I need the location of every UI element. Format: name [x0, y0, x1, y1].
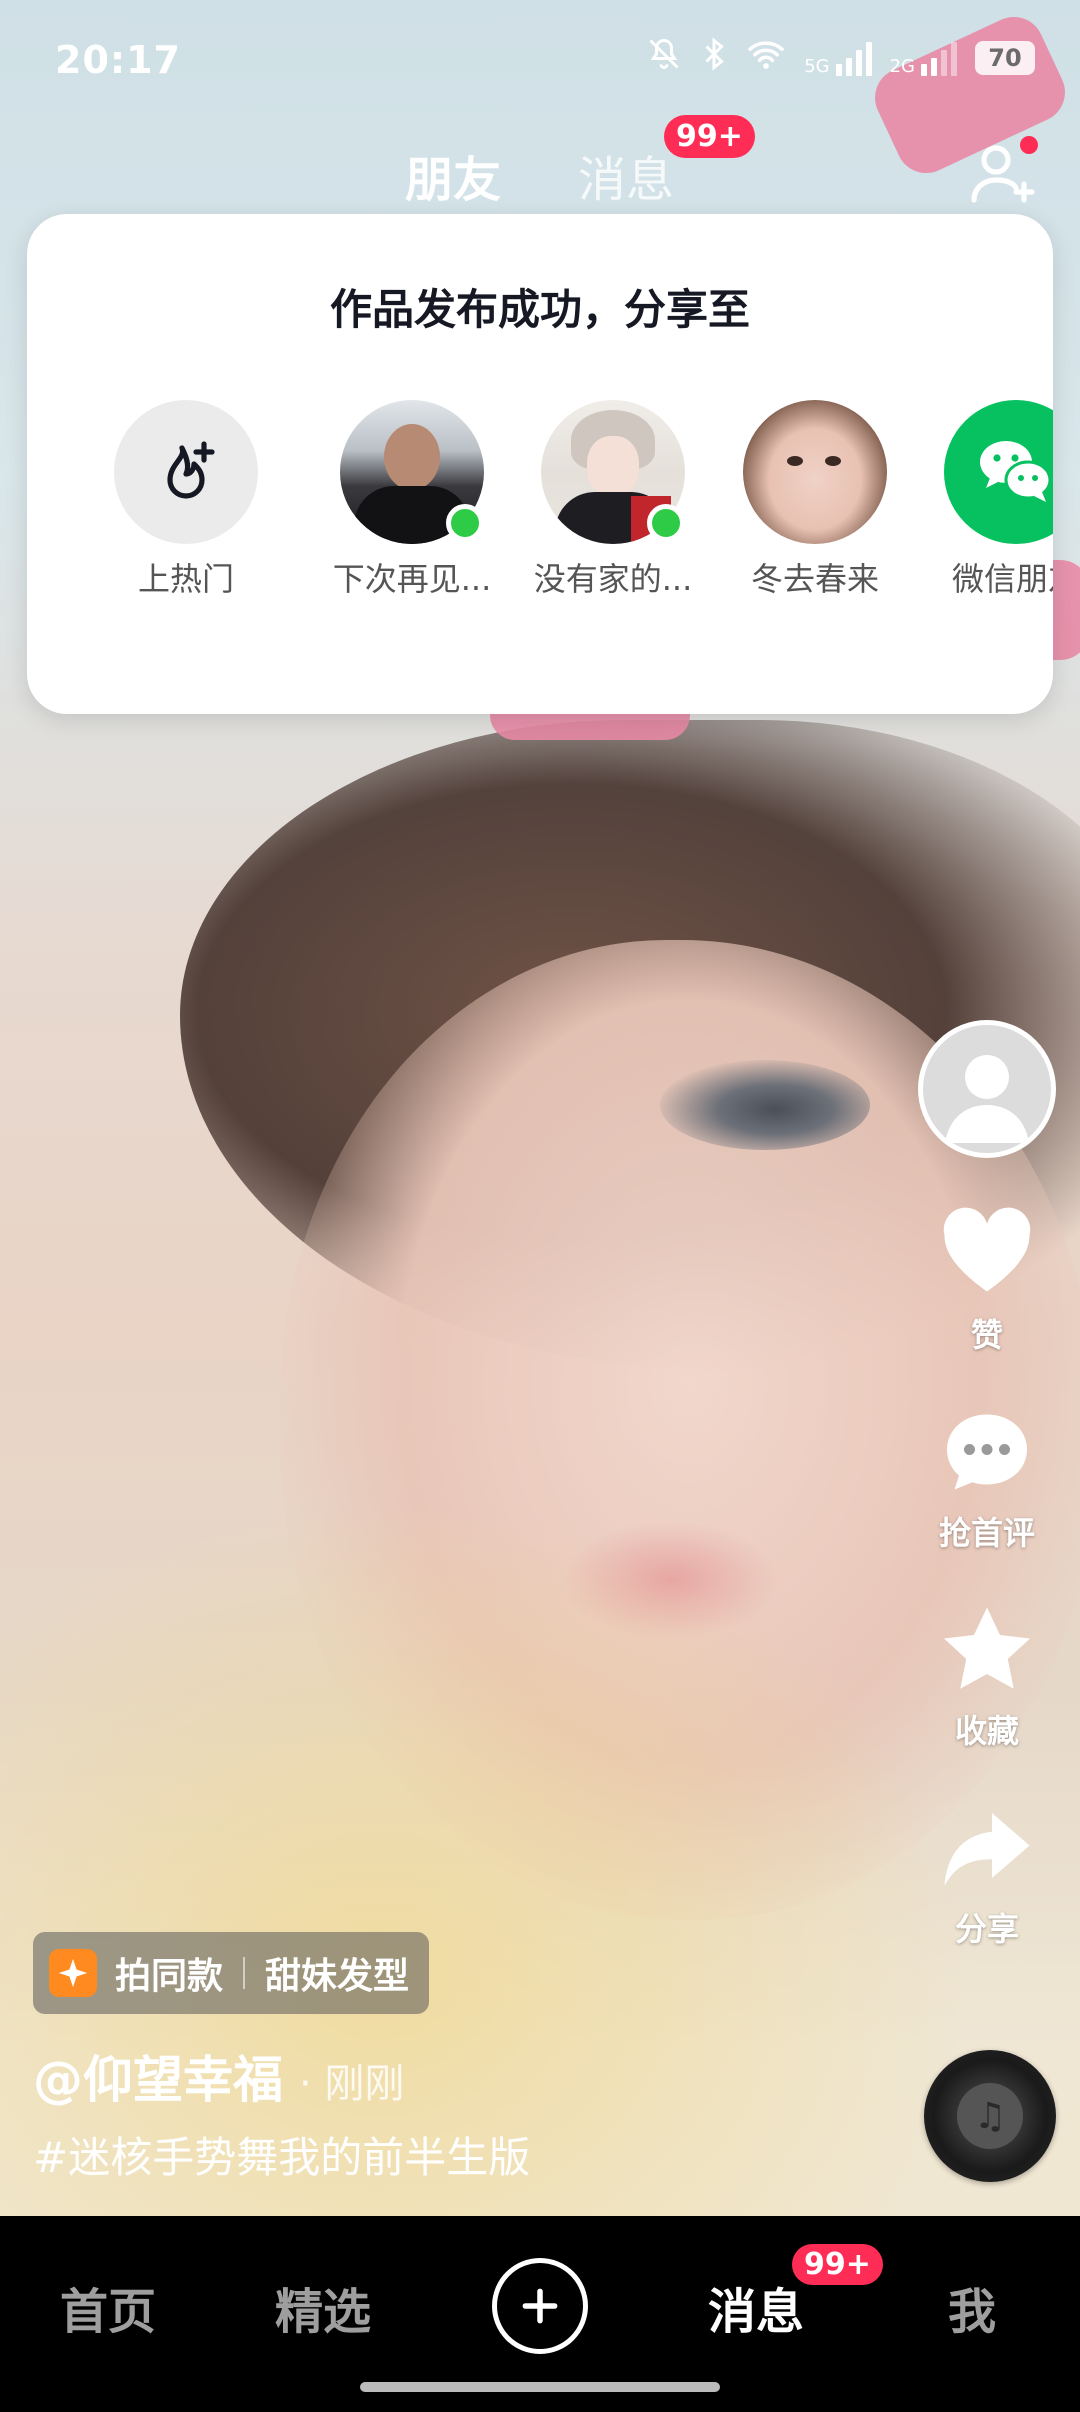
- like-label: 赞: [970, 1316, 1003, 1354]
- video-eye-shape: [660, 1060, 870, 1150]
- share-button[interactable]: 分享: [912, 1798, 1062, 1950]
- share-target-wechat[interactable]: 微信朋友: [916, 400, 1053, 600]
- favorite-label: 收藏: [954, 1712, 1019, 1750]
- author-line: @仰望幸福 · 刚刚: [33, 2040, 404, 2112]
- share-label-wechat: 微信朋友: [951, 560, 1053, 598]
- nav-messages-badge: 99+: [792, 2244, 883, 2285]
- share-arrow-icon: [937, 1798, 1037, 1898]
- video-caption[interactable]: #迷核手势舞我的前半生版: [33, 2124, 530, 2185]
- bottom-nav: 首页 精选 消息 99+ 我: [0, 2216, 1080, 2412]
- wechat-icon: [980, 441, 1052, 502]
- trending-circle: [114, 400, 258, 544]
- wechat-circle: [944, 400, 1053, 544]
- share-card: 作品发布成功，分享至 上热门 下次再见... 没有家的... 冬去春来 微信朋: [27, 214, 1053, 714]
- share-target-contact-2[interactable]: 没有家的...: [513, 400, 713, 600]
- right-rail: 赞 抢首评 收藏 分享: [912, 1020, 1062, 1950]
- nav-messages[interactable]: 消息: [708, 2272, 804, 2342]
- online-status-dot: [446, 504, 484, 542]
- share-label-trending: 上热门: [137, 560, 234, 598]
- top-tabs: 朋友 消息 99+: [0, 115, 1080, 210]
- wifi-icon: [746, 38, 786, 78]
- share-targets: 上热门 下次再见... 没有家的... 冬去春来 微信朋: [27, 400, 1053, 620]
- status-icons: 5G 2G 70: [646, 36, 1035, 80]
- create-button[interactable]: [492, 2258, 588, 2354]
- tab-friends[interactable]: 朋友: [405, 140, 501, 210]
- star-icon: [937, 1600, 1037, 1700]
- battery-icon: 70: [975, 41, 1035, 75]
- chip-divider: [243, 1957, 246, 1989]
- sparkle-icon: [49, 1949, 97, 1997]
- nav-me[interactable]: 我: [948, 2272, 996, 2342]
- messages-badge: 99+: [664, 115, 755, 158]
- share-target-trending[interactable]: 上热门: [86, 400, 286, 600]
- avatar-contact-3: [743, 400, 887, 544]
- share-label-contact-1: 下次再见...: [332, 560, 492, 598]
- music-disc-button[interactable]: ♫: [924, 2050, 1056, 2182]
- signal-2g-icon: 2G: [890, 40, 957, 76]
- template-chip[interactable]: 拍同款 甜妹发型: [33, 1932, 430, 2014]
- comment-bubble-icon: [937, 1402, 1037, 1502]
- home-indicator[interactable]: [360, 2382, 720, 2392]
- nav-featured[interactable]: 精选: [275, 2272, 371, 2342]
- music-note-icon: ♫: [957, 2083, 1023, 2149]
- avatar-face-shape: [384, 424, 440, 490]
- post-time: · 刚刚: [299, 2061, 405, 2107]
- share-title: 作品发布成功，分享至: [329, 285, 750, 334]
- status-bar: 20:17 5G 2G 70: [0, 0, 1080, 120]
- avatar-eye-shape: [787, 456, 803, 466]
- screen: 20:17 5G 2G 70 朋友 消息 99+ 作品发布成功，分享至 上热门 …: [0, 0, 1080, 2412]
- trending-flame-icon: [167, 441, 215, 499]
- add-friend-button[interactable]: [966, 136, 1038, 210]
- author-avatar-button[interactable]: [918, 1020, 1056, 1158]
- share-label-contact-2: 没有家的...: [533, 560, 693, 598]
- like-button[interactable]: 赞: [912, 1204, 1062, 1356]
- mute-icon: [646, 36, 682, 80]
- share-target-contact-1[interactable]: 下次再见...: [312, 400, 512, 600]
- template-action: 拍同款: [115, 1956, 224, 1997]
- plus-icon: [522, 2288, 558, 2324]
- nav-home[interactable]: 首页: [60, 2272, 156, 2342]
- heart-icon: [937, 1204, 1037, 1304]
- signal-5g-icon: 5G: [804, 40, 872, 76]
- status-time: 20:17: [55, 38, 181, 82]
- share-label-contact-3: 冬去春来: [750, 560, 879, 598]
- comment-button[interactable]: 抢首评: [912, 1402, 1062, 1554]
- share-target-contact-3[interactable]: 冬去春来: [715, 400, 915, 600]
- share-label: 分享: [954, 1910, 1019, 1948]
- template-name: 甜妹发型: [265, 1956, 410, 1997]
- author-name[interactable]: @仰望幸福: [33, 2040, 283, 2112]
- tab-messages[interactable]: 消息: [578, 140, 674, 210]
- avatar-face-shape: [587, 436, 639, 496]
- comment-label: 抢首评: [938, 1514, 1035, 1552]
- avatar-eye-shape: [825, 456, 841, 466]
- favorite-button[interactable]: 收藏: [912, 1600, 1062, 1752]
- notification-dot: [1020, 136, 1038, 154]
- online-status-dot: [647, 504, 685, 542]
- default-avatar-icon: [945, 1055, 1029, 1143]
- bluetooth-icon: [700, 36, 728, 80]
